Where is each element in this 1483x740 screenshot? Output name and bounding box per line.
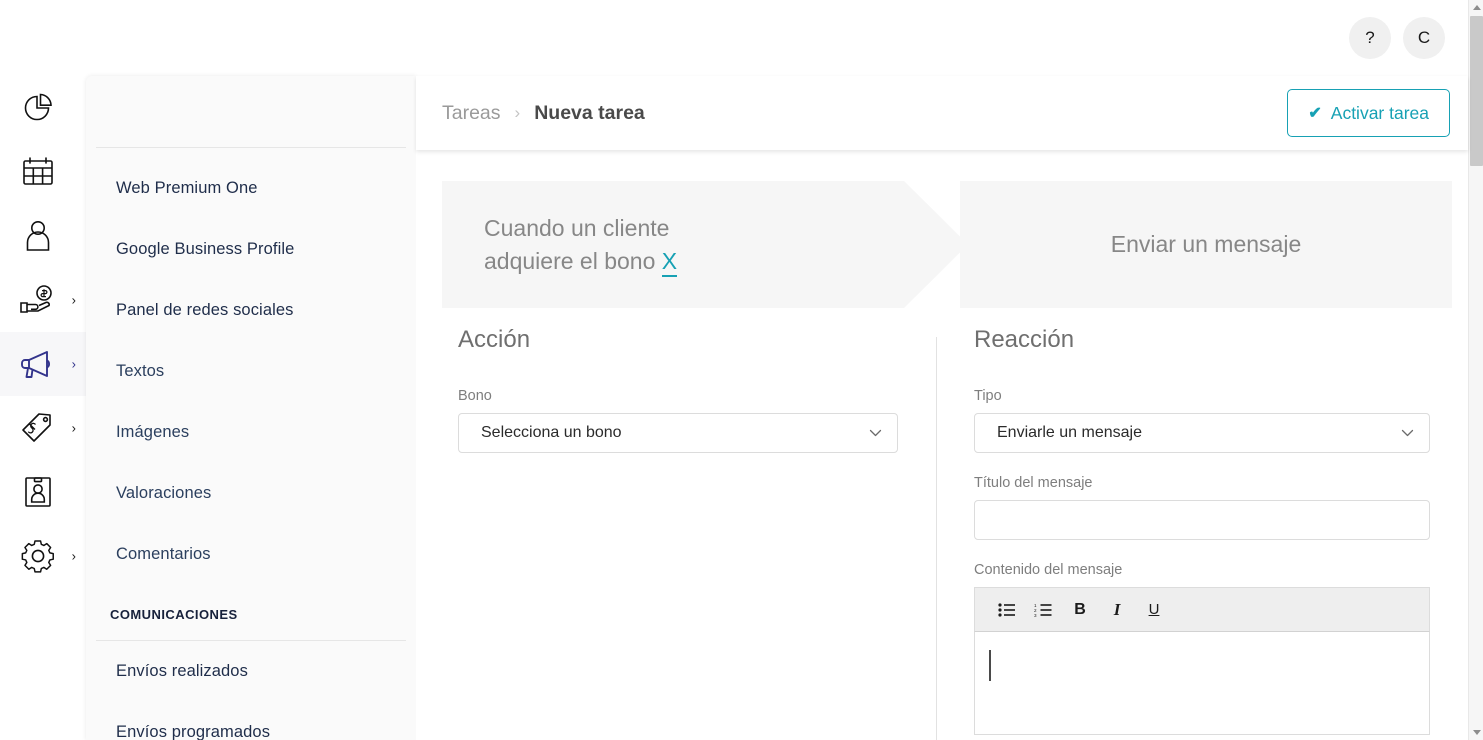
editor-toolbar: 1 2 3 B I U xyxy=(974,587,1430,631)
app-root: ? C › › › › Web Premium One Google Busin… xyxy=(0,0,1483,740)
column-divider xyxy=(936,337,937,740)
submenu-list-comunicaciones: Envíos realizados Envíos programados xyxy=(86,641,416,740)
sidebar-item-comentarios[interactable]: Comentarios xyxy=(86,524,416,585)
flow-step-reaction-title: Enviar un mensaje xyxy=(1110,231,1302,258)
sidebar-item-web-premium-one[interactable]: Web Premium One xyxy=(86,158,416,219)
chevron-right-icon: › xyxy=(71,548,76,564)
chevron-right-icon: › xyxy=(71,420,76,436)
sidebar-item-envios-realizados[interactable]: Envíos realizados xyxy=(86,641,416,702)
rail-item-calendar[interactable] xyxy=(0,140,86,204)
tipo-field: Tipo Enviarle un mensaje xyxy=(974,388,1430,453)
scrollbar-down-arrow[interactable] xyxy=(1469,725,1483,740)
rail-item-clients[interactable] xyxy=(0,204,86,268)
hand-money-icon xyxy=(18,280,58,320)
panel-top-space xyxy=(86,76,416,147)
svg-text:3: 3 xyxy=(1034,613,1037,617)
bono-select-value: Selecciona un bono xyxy=(481,424,622,441)
flow-step-action-title: Cuando un cliente adquiere el bono X xyxy=(484,212,678,277)
titulo-field: Título del mensaje xyxy=(974,475,1430,540)
contenido-editor[interactable] xyxy=(974,631,1430,735)
price-tag-icon xyxy=(18,408,58,448)
action-column: Acción Bono Selecciona un bono xyxy=(458,308,898,453)
sidebar-item-panel-redes-sociales[interactable]: Panel de redes sociales xyxy=(86,280,416,341)
sidebar-item-envios-programados[interactable]: Envíos programados xyxy=(86,702,416,740)
content-header: Tareas › Nueva tarea ✔ Activar tarea xyxy=(416,76,1468,150)
rail-item-marketing[interactable]: › xyxy=(0,332,86,396)
breadcrumb: Tareas › Nueva tarea xyxy=(416,102,645,125)
bold-button[interactable]: B xyxy=(1065,595,1095,625)
check-icon: ✔ xyxy=(1308,105,1322,122)
titulo-label: Título del mensaje xyxy=(974,475,1093,491)
flow-step-reaction[interactable]: Enviar un mensaje xyxy=(960,181,1452,308)
page-scrollbar[interactable] xyxy=(1468,0,1483,740)
contenido-field: Contenido del mensaje 1 2 3 B I U xyxy=(974,562,1430,735)
underline-button[interactable]: U xyxy=(1139,595,1169,625)
flow-line-2-prefix: adquiere el bono xyxy=(484,247,662,274)
action-title: Acción xyxy=(458,326,531,353)
id-badge-icon xyxy=(18,472,58,512)
scrollbar-thumb[interactable] xyxy=(1470,16,1483,166)
chevron-right-icon: › xyxy=(71,292,76,308)
pie-chart-icon xyxy=(18,88,58,128)
avatar[interactable]: C xyxy=(1403,17,1445,59)
sidebar-item-imagenes[interactable]: Imágenes xyxy=(86,402,416,463)
help-button[interactable]: ? xyxy=(1349,17,1391,59)
scrollbar-up-arrow[interactable] xyxy=(1469,0,1483,15)
person-icon xyxy=(18,216,58,256)
bullet-list-icon[interactable] xyxy=(991,595,1021,625)
sidebar-item-valoraciones[interactable]: Valoraciones xyxy=(86,463,416,524)
flow-bono-token[interactable]: X xyxy=(661,247,678,277)
tipo-select[interactable]: Enviarle un mensaje xyxy=(974,413,1430,453)
chevron-right-icon: › xyxy=(71,356,76,372)
flow-arrow-1-icon xyxy=(904,181,968,308)
numbered-list-icon[interactable]: 1 2 3 xyxy=(1028,595,1058,625)
chevron-down-icon xyxy=(1401,427,1414,440)
page-title: Nueva tarea xyxy=(534,101,645,124)
rail-item-promotions[interactable]: › xyxy=(0,396,86,460)
sidebar-item-textos[interactable]: Textos xyxy=(86,341,416,402)
bono-label: Bono xyxy=(458,388,492,404)
titulo-input[interactable] xyxy=(974,500,1430,540)
rail-item-dashboard[interactable] xyxy=(0,76,86,140)
submenu-panel: Web Premium One Google Business Profile … xyxy=(86,76,416,740)
topbar-actions: ? C xyxy=(1349,17,1445,59)
top-bar: ? C xyxy=(0,0,1483,76)
submenu-list: Web Premium One Google Business Profile … xyxy=(86,148,416,585)
breadcrumb-tareas[interactable]: Tareas xyxy=(442,102,501,125)
activate-task-button[interactable]: ✔ Activar tarea xyxy=(1287,89,1450,137)
flow-banner: Cuando un cliente adquiere el bono X Env… xyxy=(442,181,1452,308)
activate-task-label: Activar tarea xyxy=(1330,102,1429,123)
tipo-select-value: Enviarle un mensaje xyxy=(997,424,1142,441)
italic-button[interactable]: I xyxy=(1102,595,1132,625)
reaction-title: Reacción xyxy=(974,326,1075,353)
bono-field: Bono Selecciona un bono xyxy=(458,388,898,453)
chevron-right-icon: › xyxy=(514,103,521,122)
flow-line-1: Cuando un cliente xyxy=(484,214,670,241)
calendar-icon xyxy=(18,152,58,192)
rail-item-sales[interactable]: › xyxy=(0,268,86,332)
text-caret xyxy=(989,650,991,681)
sidebar-item-google-business-profile[interactable]: Google Business Profile xyxy=(86,219,416,280)
tipo-label: Tipo xyxy=(974,388,1002,404)
rail-item-staff[interactable] xyxy=(0,460,86,524)
megaphone-icon xyxy=(18,344,58,384)
main-content: Tareas › Nueva tarea ✔ Activar tarea Cua… xyxy=(416,76,1468,740)
reaction-column: Reacción Tipo Enviarle un mensaje Título… xyxy=(974,308,1430,735)
contenido-label: Contenido del mensaje xyxy=(974,562,1123,578)
gear-icon xyxy=(18,536,58,576)
icon-rail: › › › › xyxy=(0,76,86,740)
flow-step-action[interactable]: Cuando un cliente adquiere el bono X xyxy=(442,181,904,308)
chevron-down-icon xyxy=(869,427,882,440)
bono-select[interactable]: Selecciona un bono xyxy=(458,413,898,453)
rail-item-settings[interactable]: › xyxy=(0,524,86,588)
sidebar-section-comunicaciones: COMUNICACIONES xyxy=(110,607,238,622)
